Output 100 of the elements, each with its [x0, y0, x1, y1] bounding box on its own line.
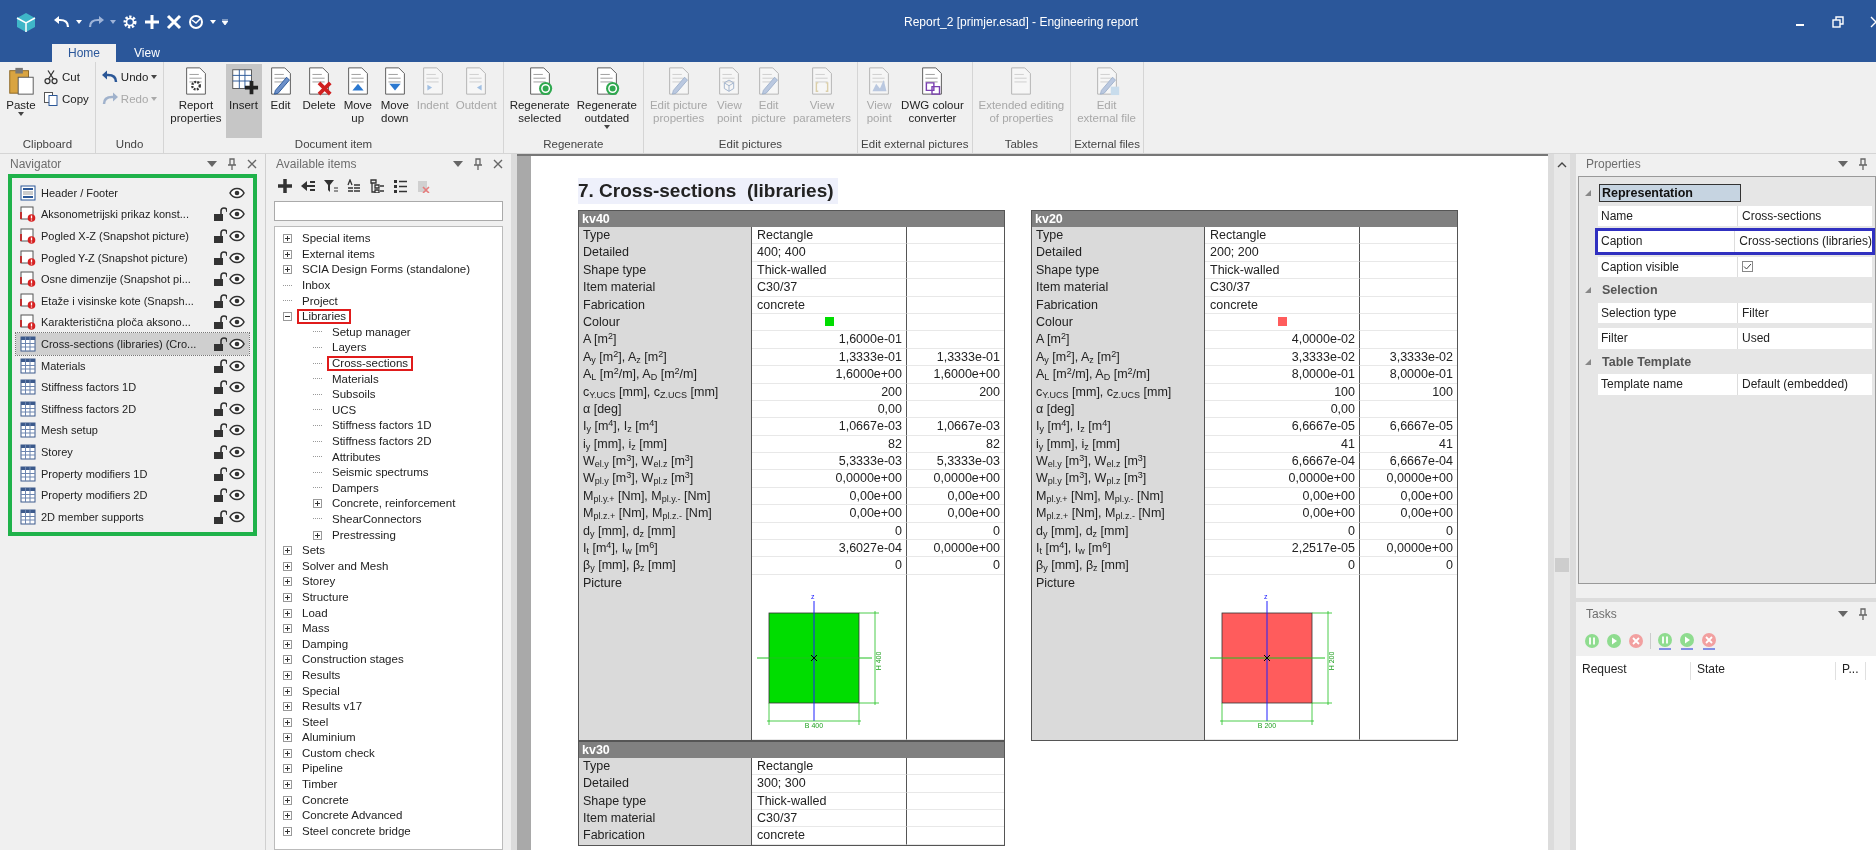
- eye-icon[interactable]: [229, 510, 245, 523]
- property-group-header[interactable]: Table Template: [1599, 352, 1741, 371]
- eye-icon[interactable]: [229, 251, 245, 264]
- dropdown-icon[interactable]: [207, 161, 217, 167]
- expand-icon[interactable]: [283, 717, 292, 727]
- tree-item[interactable]: Layers: [327, 340, 372, 356]
- tree-item[interactable]: Special: [297, 683, 345, 699]
- expand-icon[interactable]: [283, 546, 292, 556]
- navigator-item[interactable]: Karakteristična ploča aksono...: [16, 311, 249, 334]
- expand-icon[interactable]: [283, 764, 292, 774]
- collapse-triangle-icon[interactable]: [1585, 287, 1591, 294]
- tree-item[interactable]: UCS: [327, 402, 362, 418]
- open-padlock-icon[interactable]: [213, 272, 227, 287]
- expand-icon[interactable]: [283, 811, 292, 821]
- eye-icon[interactable]: [229, 186, 245, 199]
- expand-icon[interactable]: [283, 234, 292, 244]
- property-row[interactable]: Caption Cross-sections (libraries): [1595, 228, 1875, 255]
- navigator-item[interactable]: Stiffness factors 2D: [16, 397, 249, 420]
- caret-icon[interactable]: [110, 20, 116, 24]
- tree-item[interactable]: Load: [297, 605, 333, 621]
- expand-icon[interactable]: [283, 686, 292, 696]
- expand-icon[interactable]: [283, 249, 292, 259]
- ribbon-button[interactable]: Cut: [40, 68, 92, 86]
- tree-item[interactable]: Custom check: [297, 745, 380, 761]
- tree-item[interactable]: Cross-sections: [327, 356, 414, 372]
- expand-icon[interactable]: [283, 639, 292, 649]
- tree-item[interactable]: Seismic spectrums: [327, 465, 434, 481]
- expand-icon[interactable]: [283, 592, 292, 602]
- tree-item[interactable]: ShearConnectors: [327, 512, 427, 527]
- eye-icon[interactable]: [229, 337, 245, 350]
- tree-item[interactable]: Attributes: [327, 449, 386, 465]
- checkbox[interactable]: [1742, 261, 1753, 273]
- open-padlock-icon[interactable]: [213, 509, 227, 524]
- navigator-item[interactable]: Materials: [16, 354, 249, 377]
- open-padlock-icon[interactable]: [213, 229, 227, 243]
- tree-item[interactable]: Stiffness factors 2D: [327, 434, 437, 449]
- caret-icon[interactable]: [210, 20, 216, 24]
- eye-icon[interactable]: [229, 208, 245, 221]
- pin-icon[interactable]: [227, 158, 237, 170]
- expand-icon[interactable]: [283, 608, 292, 618]
- ribbon-button[interactable]: Insert: [225, 64, 262, 138]
- eye-icon[interactable]: [229, 424, 245, 437]
- eye-icon[interactable]: [229, 445, 245, 458]
- navigator-item[interactable]: Pogled Y-Z (Snapshot picture): [16, 246, 249, 269]
- open-padlock-icon[interactable]: [213, 423, 227, 438]
- navigator-item[interactable]: 2D member supports: [16, 505, 249, 528]
- tree-item[interactable]: Damping: [297, 636, 354, 652]
- tree-item[interactable]: Construction stages: [297, 652, 409, 668]
- open-padlock-icon[interactable]: [213, 488, 227, 503]
- play-icon[interactable]: [1679, 632, 1695, 650]
- property-row[interactable]: Template name Default (embedded): [1595, 371, 1875, 398]
- eye-icon[interactable]: [229, 273, 245, 286]
- ribbon-button[interactable]: Edit: [262, 64, 299, 138]
- tree-item[interactable]: Results v17: [297, 699, 368, 715]
- cancel-icon[interactable]: [1701, 632, 1717, 650]
- open-padlock-icon[interactable]: [213, 336, 227, 351]
- scrollbar[interactable]: [1548, 154, 1576, 850]
- ribbon-button[interactable]: Move up: [339, 64, 376, 138]
- eye-icon[interactable]: [229, 359, 245, 372]
- tree-item[interactable]: Stiffness factors 1D: [327, 418, 437, 434]
- tree-item[interactable]: Concrete, reinforcement: [327, 496, 461, 512]
- collapse-triangle-icon[interactable]: [1585, 190, 1591, 197]
- tree-item[interactable]: Special items: [297, 231, 376, 247]
- ribbon-button[interactable]: Delete: [299, 64, 339, 138]
- tree-item[interactable]: Results: [297, 667, 346, 683]
- tree-item[interactable]: Subsoils: [327, 387, 381, 403]
- open-padlock-icon[interactable]: [213, 250, 227, 265]
- close-icon[interactable]: [247, 159, 257, 169]
- expand-icon[interactable]: [283, 655, 292, 665]
- tree-item[interactable]: Timber: [297, 777, 343, 793]
- close-icon[interactable]: [493, 159, 503, 169]
- open-padlock-icon[interactable]: [213, 293, 227, 308]
- navigator-item[interactable]: Property modifiers 1D: [16, 462, 249, 485]
- expand-icon[interactable]: [283, 670, 292, 680]
- tree-item[interactable]: External items: [297, 246, 380, 262]
- eye-icon[interactable]: [229, 294, 245, 307]
- navigator-item[interactable]: Pogled X-Z (Snapshot picture): [16, 225, 249, 247]
- property-row[interactable]: Name Cross-sections: [1595, 202, 1875, 229]
- filter-icon[interactable]: [324, 179, 338, 193]
- dropdown-icon[interactable]: [453, 161, 463, 167]
- eye-icon[interactable]: [229, 381, 245, 394]
- open-padlock-icon[interactable]: [213, 358, 227, 373]
- property-group-header[interactable]: Representation: [1599, 184, 1741, 203]
- expand-icon[interactable]: [283, 561, 292, 571]
- expand-icon[interactable]: [283, 624, 292, 634]
- search-field[interactable]: [274, 201, 503, 221]
- expand-icon[interactable]: [283, 577, 292, 587]
- undo-icon[interactable]: [54, 14, 70, 30]
- tree-item[interactable]: Sets: [297, 543, 330, 559]
- globe-icon[interactable]: [188, 14, 204, 30]
- ribbon-button[interactable]: Regenerate outdated: [573, 64, 640, 138]
- ribbon-button[interactable]: Undo: [98, 68, 161, 86]
- tree-item[interactable]: SCIA Design Forms (standalone): [297, 262, 476, 278]
- tree-item[interactable]: Storey: [297, 574, 341, 590]
- open-padlock-icon[interactable]: [213, 207, 227, 222]
- scroll-thumb[interactable]: [1555, 558, 1569, 572]
- tree-item[interactable]: Setup manager: [327, 324, 416, 340]
- expand-icon[interactable]: [283, 733, 292, 743]
- ribbon-tab[interactable]: Home: [52, 44, 116, 62]
- ribbon-button[interactable]: Move down: [376, 64, 413, 138]
